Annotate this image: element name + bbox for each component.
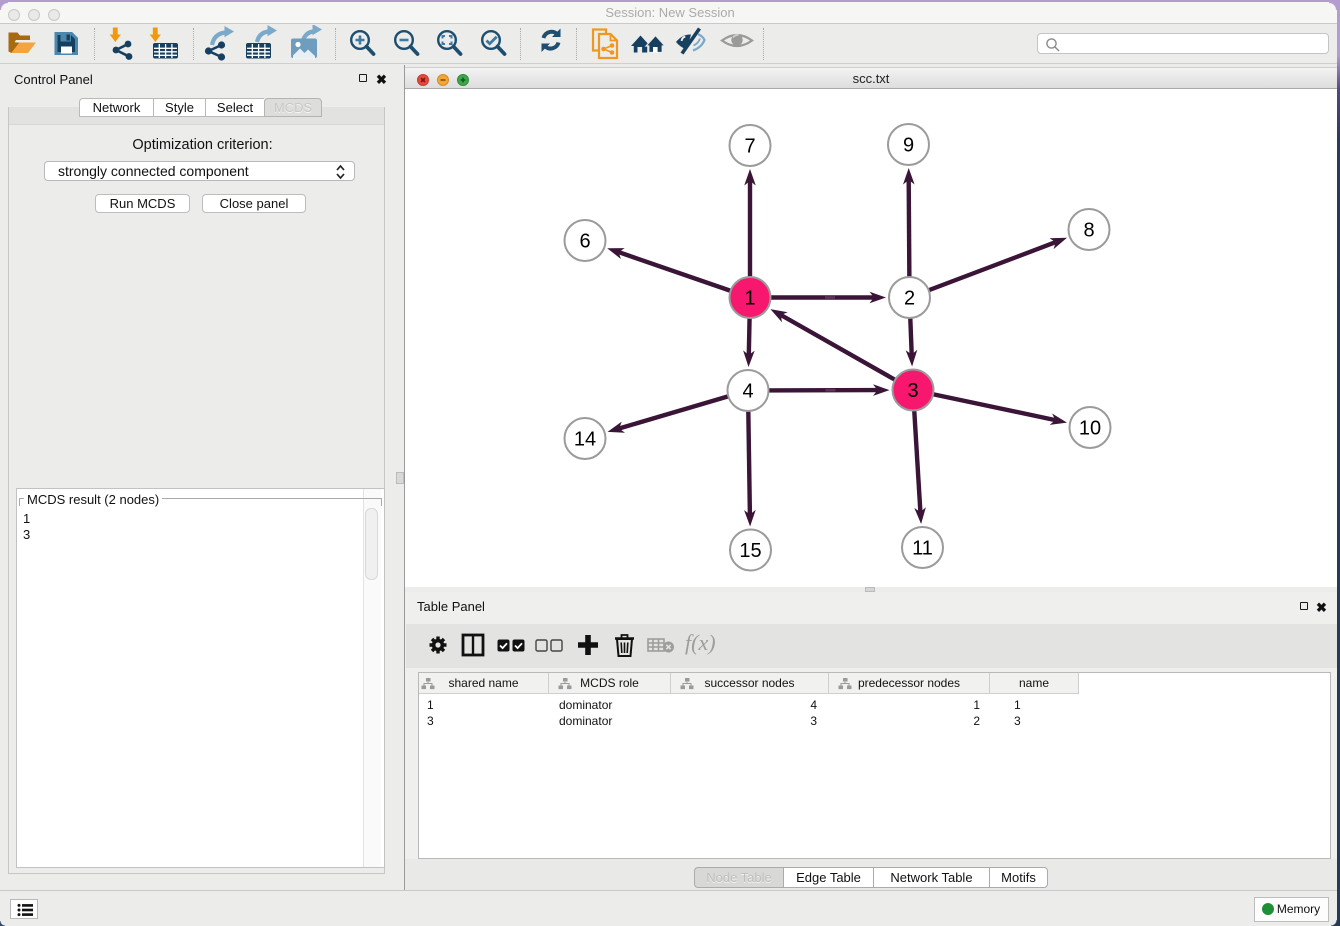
svg-text:2: 2 bbox=[904, 288, 915, 310]
svg-text:7: 7 bbox=[744, 136, 755, 158]
svg-text:4: 4 bbox=[742, 381, 753, 403]
svg-text:3: 3 bbox=[907, 380, 918, 402]
svg-text:11: 11 bbox=[912, 538, 933, 560]
svg-text:1: 1 bbox=[744, 288, 755, 310]
svg-text:6: 6 bbox=[579, 231, 590, 253]
svg-text:9: 9 bbox=[903, 135, 914, 157]
svg-text:8: 8 bbox=[1083, 220, 1094, 242]
svg-text:14: 14 bbox=[574, 429, 596, 451]
svg-text:10: 10 bbox=[1079, 418, 1101, 440]
svg-text:15: 15 bbox=[739, 540, 761, 562]
